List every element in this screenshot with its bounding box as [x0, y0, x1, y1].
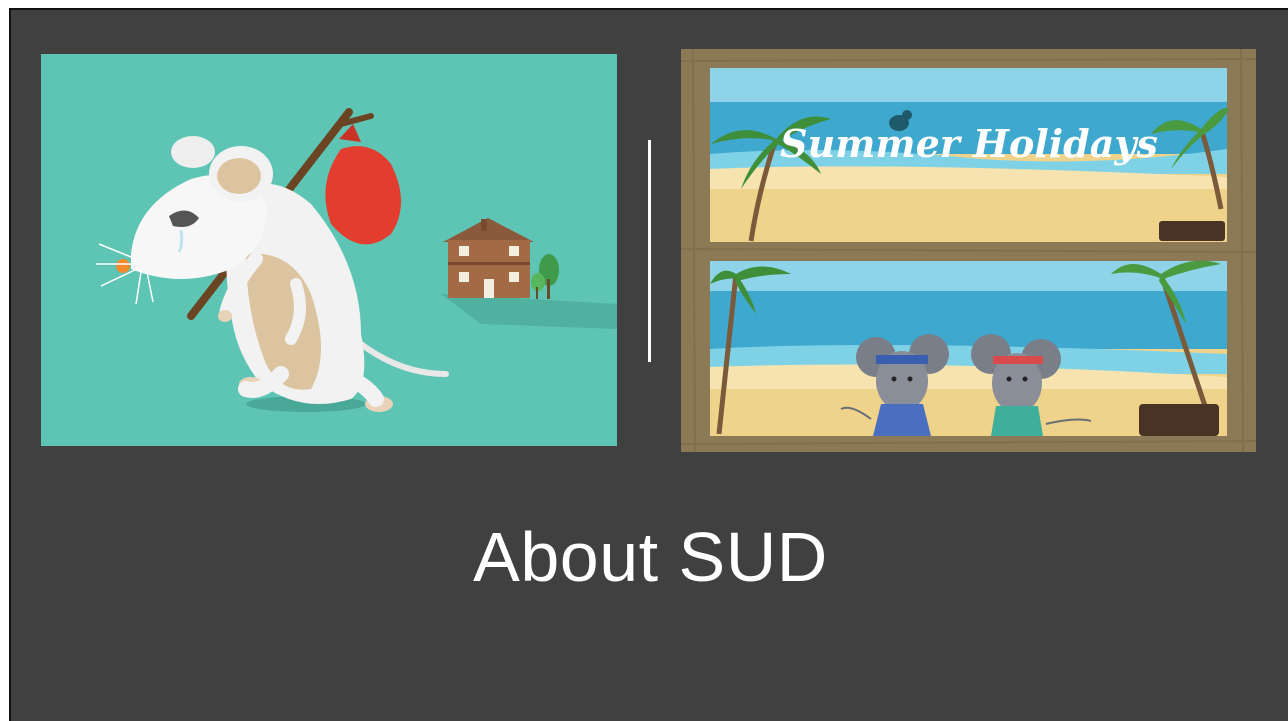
mouse-leaving-home-illustration	[41, 54, 617, 446]
top-beach-panel: Summer Holidays	[710, 68, 1229, 242]
mouse-leaving-home-image	[41, 54, 617, 446]
mice-summer-holiday-illustration: Summer Holidays	[681, 49, 1256, 452]
summer-holidays-image: Summer Holidays	[681, 49, 1256, 452]
banner-summer-holidays-text: Summer Holidays	[780, 121, 1158, 166]
slide: Summer Holidays About SUD	[9, 8, 1288, 721]
bottom-beach-panel	[710, 260, 1227, 436]
vertical-divider	[648, 140, 651, 362]
slide-title: About SUD	[473, 518, 828, 596]
